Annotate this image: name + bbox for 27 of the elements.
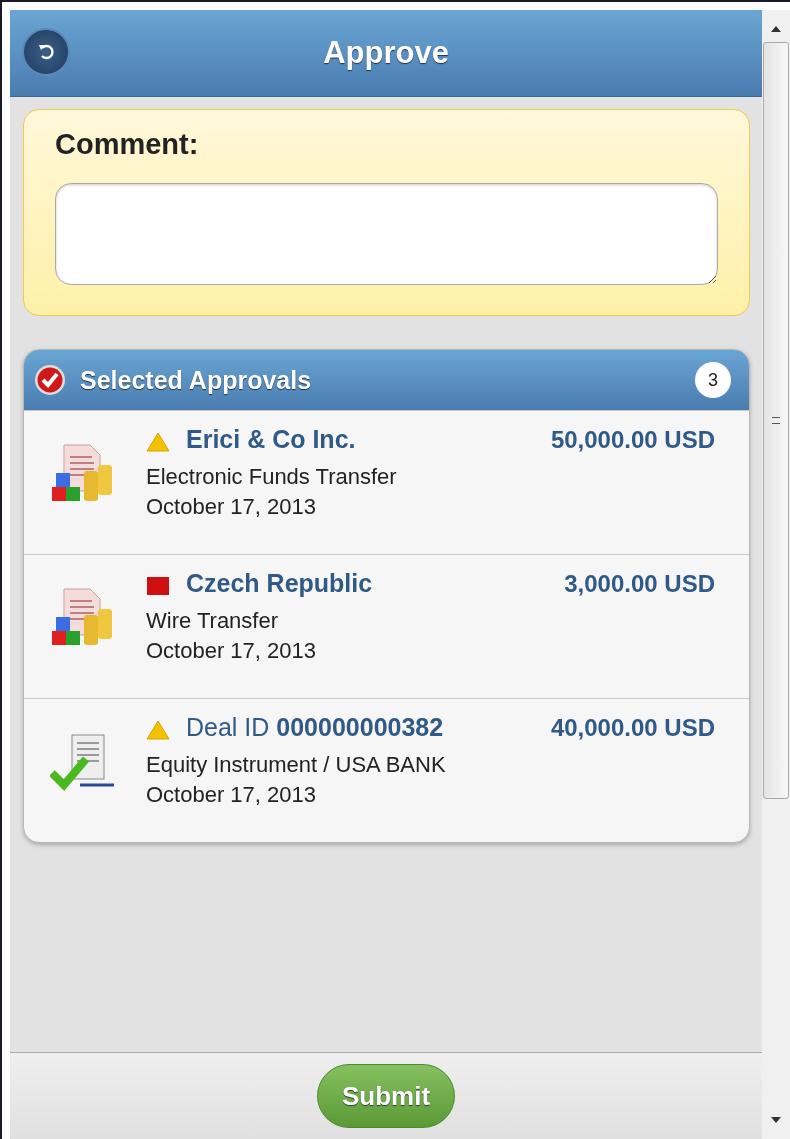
approval-item[interactable]: Czech Republic 3,000.00 USD Wire Transfer October 17, 2013 [24, 554, 749, 698]
approval-amount: 3,000.00 USD [564, 569, 715, 598]
scrollbar[interactable] [762, 10, 790, 1139]
scroll-up-icon [771, 26, 781, 32]
page-title: Approve [323, 35, 449, 71]
check-icon [34, 364, 66, 396]
count-badge: 3 [695, 362, 731, 398]
approval-amount: 50,000.00 USD [550, 425, 715, 454]
approval-name: Czech Republic [186, 569, 374, 598]
back-button[interactable] [22, 28, 70, 76]
approval-date: October 17, 2013 [146, 781, 317, 809]
approval-type: Wire Transfer [146, 607, 280, 635]
comment-label: Comment: [55, 128, 200, 161]
approval-name: Erici & Co Inc. [186, 425, 357, 454]
approval-item[interactable]: Erici & Co Inc. 50,000.00 USD Electronic Funds Transfer October 17, 2013 [24, 410, 749, 554]
approval-amount: 40,000.00 USD [550, 713, 715, 742]
scroll-thumb[interactable] [763, 42, 789, 799]
approval-type: Electronic Funds Transfer [146, 463, 398, 491]
approvals-title: Selected Approvals [80, 365, 313, 395]
approval-name: Deal ID 000000000382 [186, 713, 445, 742]
scroll-down-icon [771, 1117, 781, 1123]
approval-item[interactable]: Deal ID 000000000382 40,000.00 USD Equity Instrument / USA BANK October 17, 2013 [24, 698, 749, 842]
back-icon [36, 42, 56, 62]
approval-date: October 17, 2013 [146, 493, 317, 521]
comment-field[interactable] [55, 183, 718, 285]
approval-type: Equity Instrument / USA BANK [146, 751, 447, 779]
approval-date: October 17, 2013 [146, 637, 317, 665]
